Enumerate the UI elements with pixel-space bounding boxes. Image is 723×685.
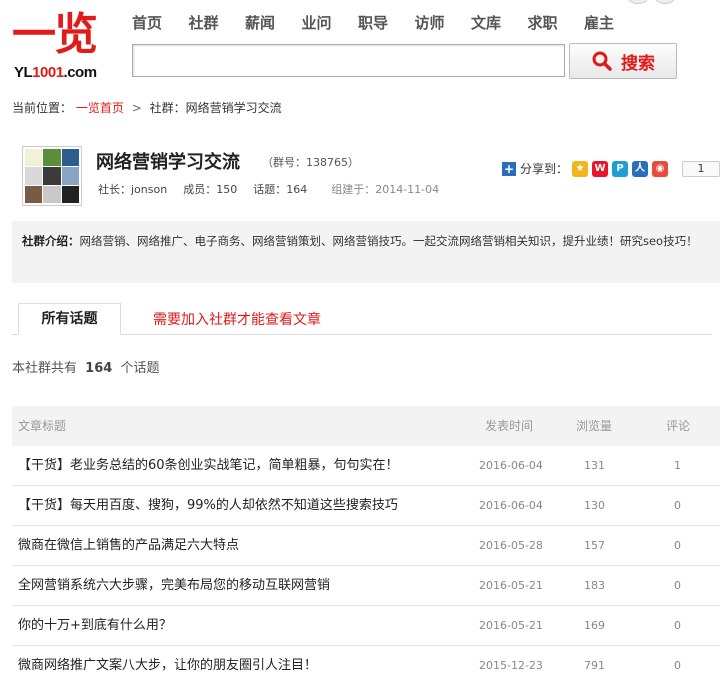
table-header: 文章标题 发表时间 浏览量 评论 bbox=[12, 406, 720, 446]
nav-item-interviews[interactable]: 访师 bbox=[415, 12, 472, 33]
breadcrumb-prefix: 当前位置： bbox=[12, 101, 73, 115]
share-bar: + 分享到： ★ W P 人 ◉ 1 bbox=[502, 160, 721, 177]
qzone-share-icon[interactable]: ★ bbox=[572, 160, 589, 177]
search-button-label: 搜索 bbox=[621, 53, 655, 74]
article-views: 169 bbox=[584, 619, 605, 632]
top-corner-control[interactable] bbox=[628, 0, 648, 4]
header-date: 发表时间 bbox=[485, 419, 534, 433]
logo-domain-prefix: YL bbox=[14, 64, 33, 81]
group-owner: 社长：jonson bbox=[98, 183, 168, 196]
header-views: 浏览量 bbox=[576, 419, 613, 433]
article-comments: 0 bbox=[674, 499, 681, 512]
nav-item-library[interactable]: 文库 bbox=[471, 12, 528, 33]
topic-table: 文章标题 发表时间 浏览量 评论 【干货】老业务总结的60条创业实战笔记，简单粗… bbox=[12, 406, 720, 685]
breadcrumb-separator: > bbox=[131, 101, 142, 115]
nav-item-qa[interactable]: 业问 bbox=[302, 12, 359, 33]
group-number: （群号：138765） bbox=[262, 156, 359, 169]
kaixin-share-icon[interactable]: ◉ bbox=[652, 160, 669, 177]
article-date: 2016-05-21 bbox=[479, 579, 543, 592]
article-title-link[interactable]: 全网营销系统六大步骤，完美布局您的移动互联网营销 bbox=[18, 566, 330, 606]
summary-count: 164 bbox=[85, 361, 113, 376]
table-row: 全网营销系统六大步骤，完美布局您的移动互联网营销 2016-05-21 183 … bbox=[12, 566, 720, 606]
article-title-link[interactable]: 微商在微信上销售的产品满足六大特点 bbox=[18, 526, 239, 566]
main-nav: 首页 社群 薪闻 业问 职导 访师 文库 求职 雇主 bbox=[132, 12, 641, 33]
logo-cn-text: 一览 bbox=[12, 9, 98, 60]
article-views: 131 bbox=[584, 459, 605, 472]
share-count: 1 bbox=[682, 160, 721, 177]
article-date: 2016-05-21 bbox=[479, 619, 543, 632]
group-founded: 组建于：2014-11-04 bbox=[331, 183, 440, 196]
article-title-link[interactable]: 【干货】老业务总结的60条创业实战笔记，简单粗暴，句句实在！ bbox=[18, 446, 399, 486]
article-views: 183 bbox=[584, 579, 605, 592]
group-members: 成员：150 bbox=[183, 183, 238, 196]
logo-domain-number: 1001 bbox=[32, 64, 64, 81]
site-logo[interactable]: 一览 YL1001.com bbox=[12, 9, 112, 82]
group-avatar bbox=[22, 146, 82, 206]
article-title-link[interactable]: 你的十万+到底有什么用？ bbox=[18, 606, 172, 646]
article-title-link[interactable]: 【干货】每天用百度、搜狗，99%的人却依然不知道这些搜索技巧 bbox=[18, 486, 398, 526]
search-button[interactable]: 搜索 bbox=[569, 43, 677, 79]
intro-label: 社群介绍： bbox=[22, 234, 80, 248]
tencent-weibo-share-icon[interactable]: P bbox=[612, 160, 629, 177]
header-comments: 评论 bbox=[666, 419, 691, 433]
table-row: 微商网络推广文案八大步，让你的朋友圈引人注目！ 2015-12-23 791 0 bbox=[12, 646, 720, 685]
group-intro: 社群介绍：网络营销、网络推广、电子商务、网络营销策划、网络营销技巧。一起交流网络… bbox=[12, 221, 720, 283]
nav-item-home[interactable]: 首页 bbox=[132, 12, 189, 33]
join-notice[interactable]: 需要加入社群才能查看文章 bbox=[153, 309, 321, 329]
group-title: 网络营销学习交流 bbox=[96, 152, 240, 173]
article-date: 2015-12-23 bbox=[479, 659, 543, 672]
breadcrumb-current: 社群：网络营销学习交流 bbox=[149, 101, 282, 115]
share-plus-icon[interactable]: + bbox=[502, 161, 516, 176]
article-date: 2016-05-28 bbox=[479, 539, 543, 552]
breadcrumb-home-link[interactable]: 一览首页 bbox=[76, 101, 124, 115]
article-views: 130 bbox=[584, 499, 605, 512]
article-title-link[interactable]: 微商网络推广文案八大步，让你的朋友圈引人注目！ bbox=[18, 646, 317, 685]
table-row: 你的十万+到底有什么用？ 2016-05-21 169 0 bbox=[12, 606, 720, 646]
logo-domain-suffix: .com bbox=[63, 64, 98, 81]
article-comments: 0 bbox=[674, 579, 681, 592]
summary-suffix: 个话题 bbox=[120, 361, 160, 376]
weibo-share-icon[interactable]: W bbox=[592, 160, 609, 177]
summary-prefix: 本社群共有 bbox=[12, 361, 78, 376]
renren-share-icon[interactable]: 人 bbox=[632, 160, 649, 177]
nav-item-news[interactable]: 薪闻 bbox=[245, 12, 302, 33]
article-comments: 1 bbox=[674, 459, 681, 472]
logo-domain: YL1001.com bbox=[14, 64, 97, 81]
intro-text: 网络营销、网络推广、电子商务、网络营销策划、网络营销技巧。一起交流网络营销相关知… bbox=[79, 234, 698, 248]
nav-item-employers[interactable]: 雇主 bbox=[584, 12, 641, 33]
article-comments: 0 bbox=[674, 619, 681, 632]
article-comments: 0 bbox=[674, 659, 681, 672]
search-icon bbox=[592, 51, 612, 71]
tab-all-topics[interactable]: 所有话题 bbox=[18, 303, 121, 335]
header-title: 文章标题 bbox=[18, 419, 67, 433]
topic-summary: 本社群共有 164 个话题 bbox=[12, 357, 159, 376]
article-date: 2016-06-04 bbox=[479, 499, 543, 512]
topic-tabs: 所有话题 需要加入社群才能查看文章 bbox=[12, 303, 712, 335]
table-row: 【干货】老业务总结的60条创业实战笔记，简单粗暴，句句实在！ 2016-06-0… bbox=[12, 446, 720, 486]
article-comments: 0 bbox=[674, 539, 681, 552]
breadcrumb: 当前位置： 一览首页 > 社群：网络营销学习交流 bbox=[12, 99, 282, 116]
group-meta: 社长：jonson 成员：150 话题：164 组建于：2014-11-04 bbox=[98, 181, 439, 197]
article-date: 2016-06-04 bbox=[479, 459, 543, 472]
group-topics: 话题：164 bbox=[253, 183, 308, 196]
table-row: 【干货】每天用百度、搜狗，99%的人却依然不知道这些搜索技巧 2016-06-0… bbox=[12, 486, 720, 526]
search-input[interactable] bbox=[132, 44, 565, 77]
nav-item-community[interactable]: 社群 bbox=[189, 12, 246, 33]
top-corner-control[interactable] bbox=[655, 0, 675, 4]
nav-item-career-guide[interactable]: 职导 bbox=[358, 12, 415, 33]
share-label: 分享到： bbox=[520, 162, 569, 176]
article-views: 157 bbox=[584, 539, 605, 552]
article-views: 791 bbox=[584, 659, 605, 672]
table-row: 微商在微信上销售的产品满足六大特点 2016-05-28 157 0 bbox=[12, 526, 720, 566]
nav-item-jobs[interactable]: 求职 bbox=[528, 12, 585, 33]
